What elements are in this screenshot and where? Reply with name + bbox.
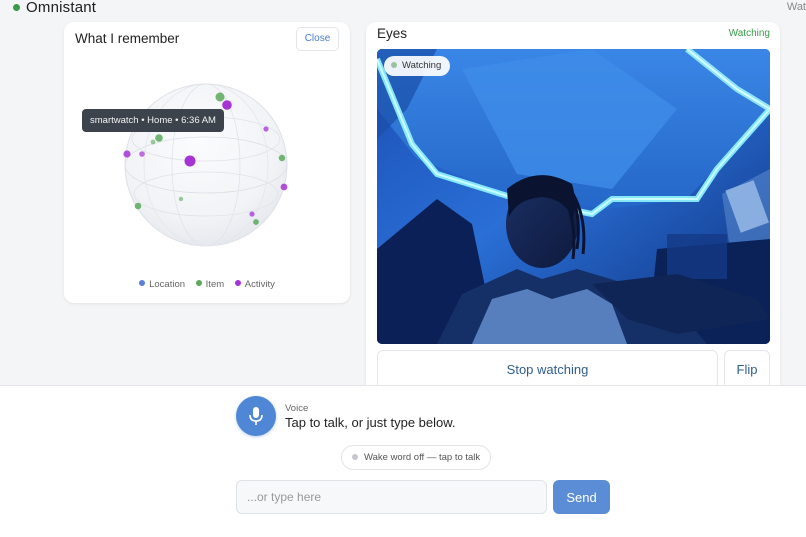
mic-button[interactable] — [236, 396, 276, 436]
memory-point-activity — [123, 150, 131, 158]
microphone-icon — [249, 407, 263, 425]
send-button[interactable]: Send — [553, 480, 610, 514]
legend-item-item: Item — [195, 279, 225, 290]
voice-label: Voice — [285, 403, 309, 414]
memory-point-activity — [139, 151, 145, 157]
memory-point-item — [155, 134, 163, 142]
eyes-status: Watching — [728, 28, 770, 39]
status-dot-icon — [13, 4, 20, 11]
legend-item-activity: Activity — [234, 279, 275, 290]
location-dot-icon — [139, 280, 146, 286]
eyes-panel: Eyes Watching Watching Stop watching Fli… — [366, 22, 780, 390]
eyes-title: Eyes — [377, 26, 408, 41]
app-header: Omnistant Wat — [0, 0, 806, 18]
wake-status-dot-icon — [352, 454, 358, 460]
stop-watching-button[interactable]: Stop watching — [377, 350, 718, 390]
badge-dot-icon — [391, 62, 397, 68]
camera-image — [377, 49, 770, 344]
legend-label-activity: Activity — [244, 279, 275, 290]
memory-sphere-graphic[interactable] — [64, 22, 350, 303]
memory-legend: Location Item Activity — [64, 279, 350, 290]
memory-point-activity — [222, 100, 232, 110]
memory-point-activity — [280, 183, 288, 191]
memory-point-activity — [184, 155, 196, 167]
header-status-text: Wat — [786, 1, 806, 13]
memory-sphere[interactable] — [64, 22, 350, 303]
memory-point-item — [178, 196, 184, 202]
memory-panel: What I remember Close smartwatch • Home … — [64, 22, 350, 303]
wake-word-toggle[interactable]: Wake word off — tap to talk — [341, 445, 492, 470]
camera-badge-label: Watching — [402, 60, 442, 71]
camera-feed: Watching — [377, 49, 770, 344]
memory-point-item — [134, 202, 142, 210]
memory-point-item — [253, 219, 259, 225]
app-title: Omnistant — [26, 0, 97, 16]
item-dot-icon — [195, 280, 202, 286]
legend-label-item: Item — [205, 279, 225, 290]
flip-button[interactable]: Flip — [724, 350, 770, 390]
memory-point-item — [215, 92, 225, 102]
memory-point-activity — [249, 211, 255, 217]
chat-input[interactable] — [236, 480, 547, 514]
legend-label-location: Location — [149, 279, 186, 290]
activity-dot-icon — [234, 280, 241, 286]
memory-point-item — [278, 154, 286, 162]
memory-point-item — [150, 139, 156, 145]
memory-point-activity — [263, 126, 269, 132]
wake-word-label: Wake word off — tap to talk — [364, 452, 481, 463]
memory-tooltip: smartwatch • Home • 6:36 AM — [82, 109, 224, 132]
bottom-dock: Voice Tap to talk, or just type below. W… — [0, 385, 806, 537]
legend-item-location: Location — [139, 279, 185, 290]
voice-hint: Tap to talk, or just type below. — [285, 415, 456, 430]
camera-status-badge: Watching — [384, 56, 451, 76]
